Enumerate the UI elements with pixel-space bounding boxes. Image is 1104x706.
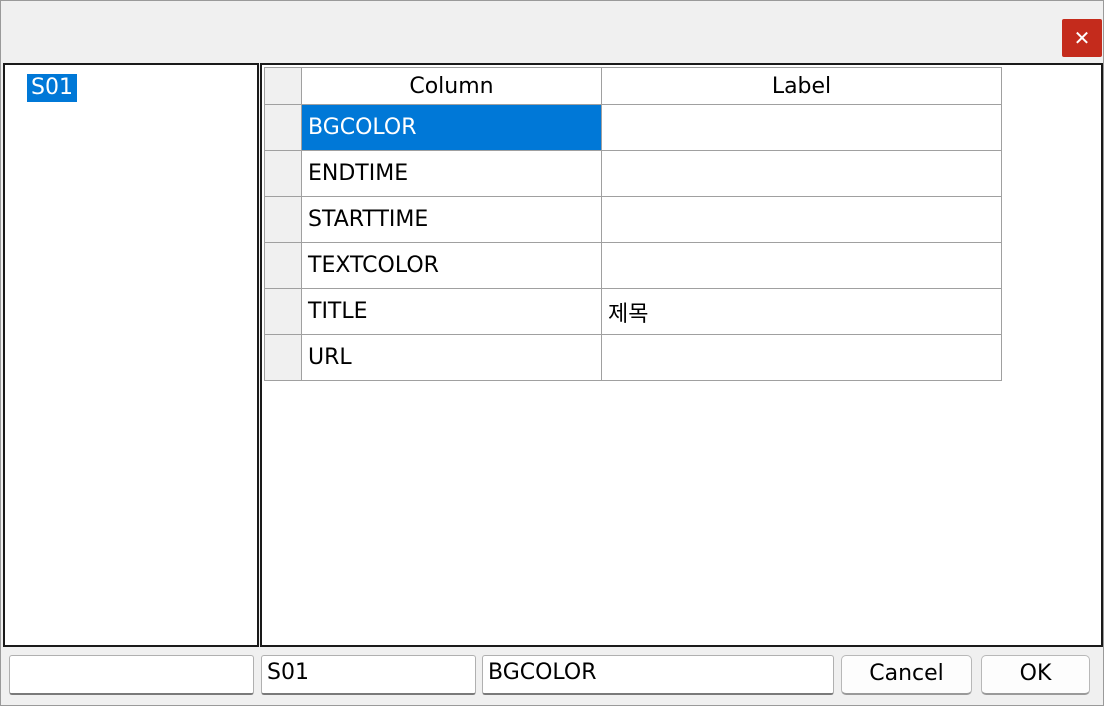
tree-item-label: S01: [31, 75, 73, 100]
cell-column[interactable]: BGCOLOR: [301, 104, 602, 151]
status-field-1[interactable]: [9, 655, 254, 695]
cell-label[interactable]: 제목: [601, 288, 1002, 335]
table-row[interactable]: BGCOLOR: [264, 104, 1002, 151]
table-row[interactable]: STARTTIME: [264, 196, 1002, 243]
row-header[interactable]: [264, 196, 302, 243]
row-header[interactable]: [264, 104, 302, 151]
column-label-grid: Column Label BGCOLOR ENDTIME STARTTIME T…: [264, 67, 1002, 381]
cell-label[interactable]: [601, 150, 1002, 197]
row-header[interactable]: [264, 242, 302, 289]
cell-label[interactable]: [601, 334, 1002, 381]
tree-panel[interactable]: S01: [3, 63, 259, 647]
row-header[interactable]: [264, 288, 302, 335]
cell-column[interactable]: STARTTIME: [301, 196, 602, 243]
column-grid-panel[interactable]: Column Label BGCOLOR ENDTIME STARTTIME T…: [260, 63, 1103, 647]
cell-label[interactable]: [601, 242, 1002, 289]
status-field-table[interactable]: S01: [261, 655, 476, 695]
cell-column[interactable]: TEXTCOLOR: [301, 242, 602, 289]
cancel-button[interactable]: Cancel: [841, 655, 972, 695]
tree-item-s01[interactable]: S01: [27, 74, 77, 102]
column-header-column[interactable]: Column: [301, 67, 602, 105]
cell-column[interactable]: URL: [301, 334, 602, 381]
table-row[interactable]: URL: [264, 334, 1002, 381]
grid-corner: [264, 67, 302, 105]
cell-column[interactable]: ENDTIME: [301, 150, 602, 197]
row-header[interactable]: [264, 334, 302, 381]
table-row[interactable]: ENDTIME: [264, 150, 1002, 197]
cell-label[interactable]: [601, 196, 1002, 243]
status-field-column[interactable]: BGCOLOR: [482, 655, 834, 695]
dialog-window: ✕ S01 Column Label BGCOLOR ENDTIME START…: [0, 0, 1104, 706]
close-button[interactable]: ✕: [1062, 19, 1102, 57]
close-icon: ✕: [1073, 26, 1091, 50]
column-header-label[interactable]: Label: [601, 67, 1002, 105]
table-row[interactable]: TEXTCOLOR: [264, 242, 1002, 289]
ok-button[interactable]: OK: [981, 655, 1090, 695]
cell-label[interactable]: [601, 104, 1002, 151]
cell-column[interactable]: TITLE: [301, 288, 602, 335]
table-row[interactable]: TITLE 제목: [264, 288, 1002, 335]
grid-header-row: Column Label: [264, 67, 1002, 105]
row-header[interactable]: [264, 150, 302, 197]
